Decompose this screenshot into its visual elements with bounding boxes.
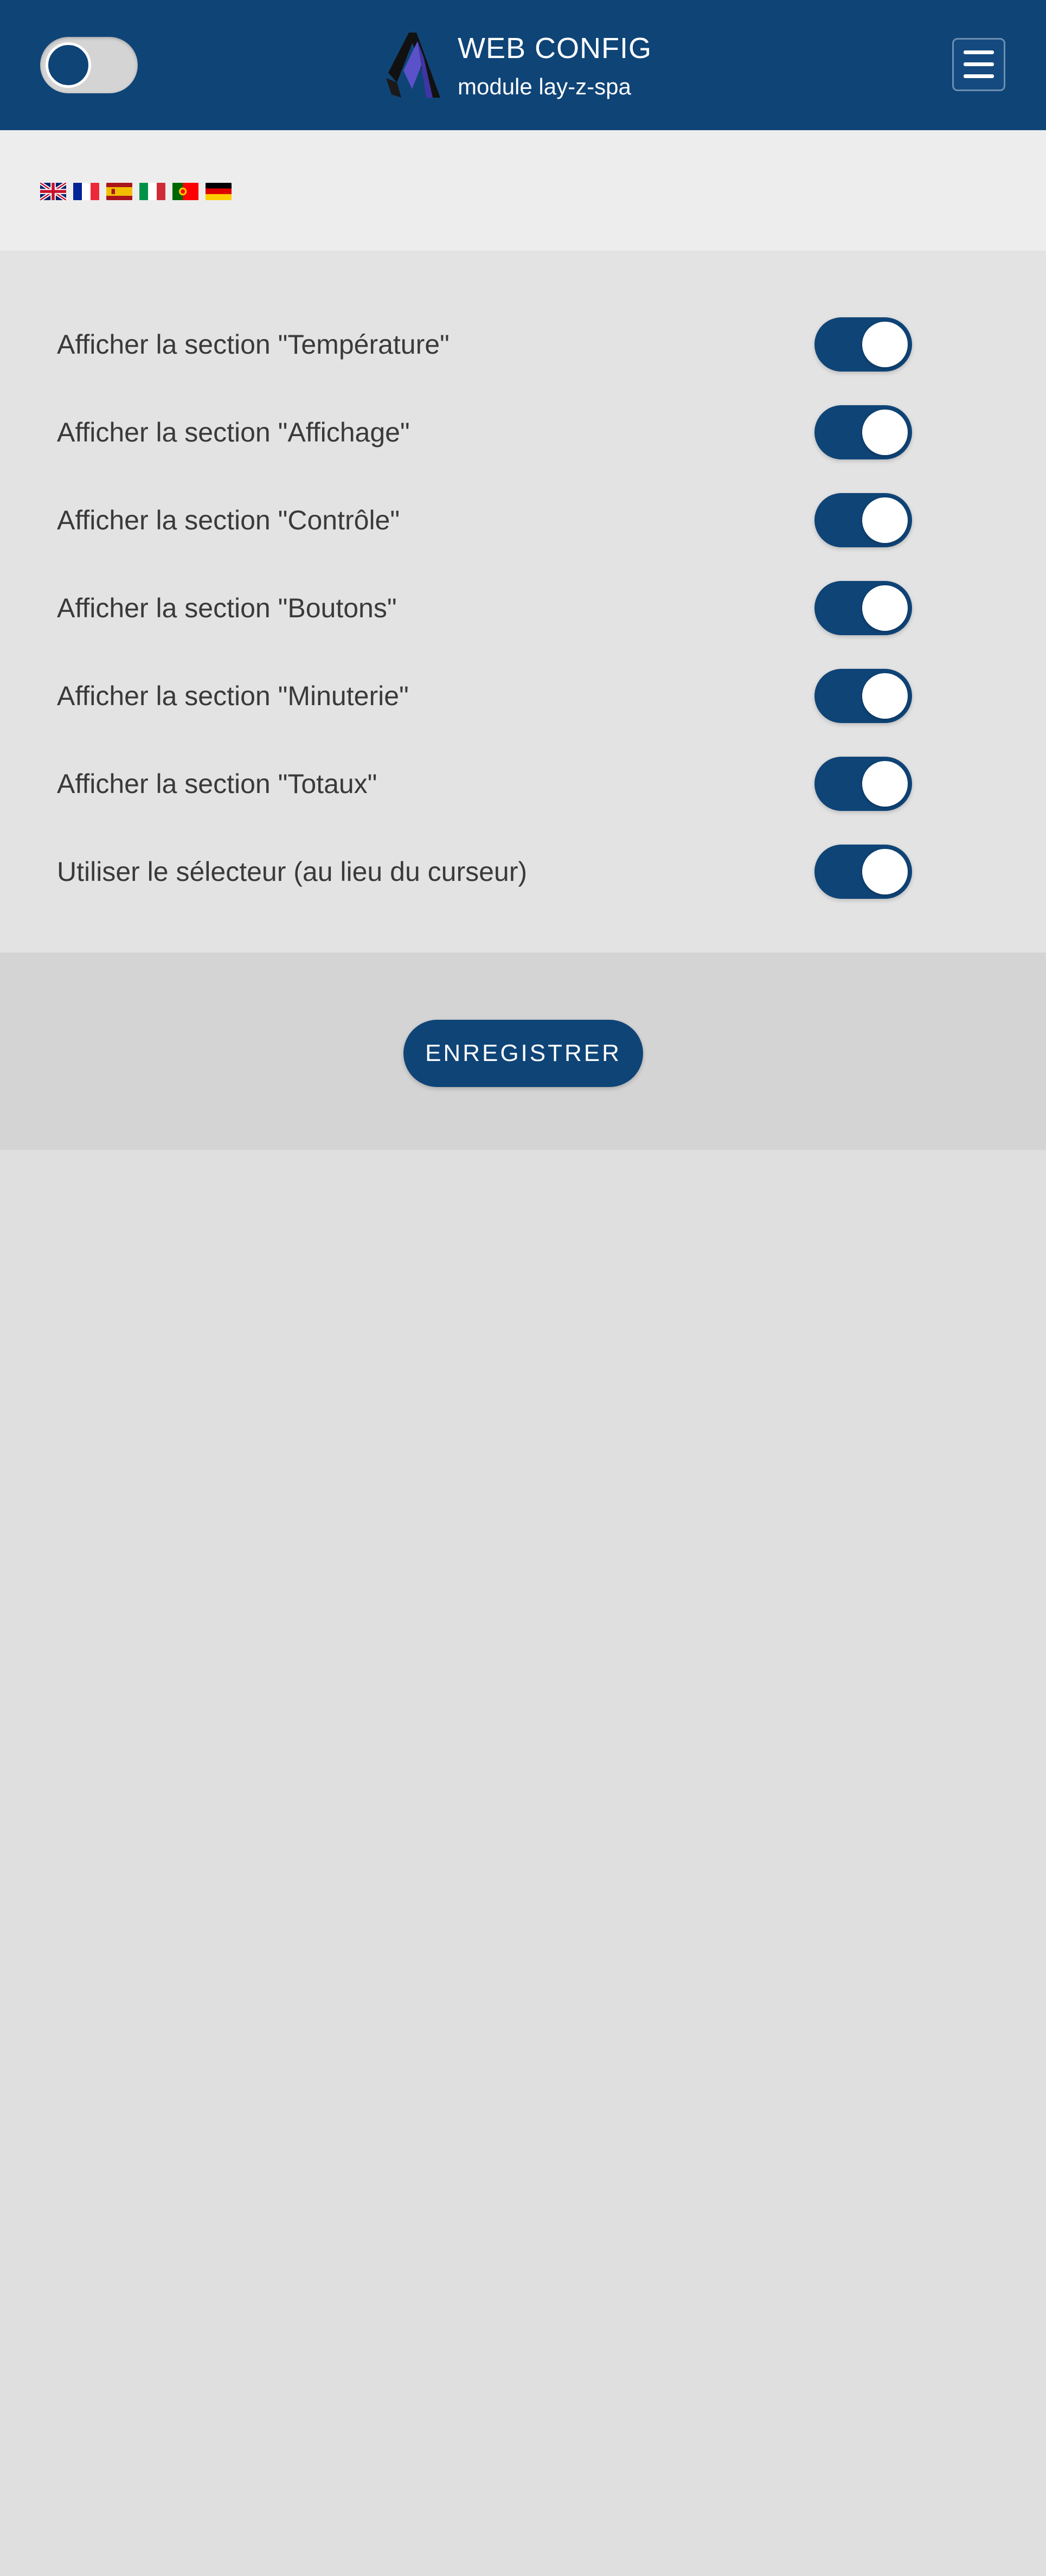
setting-label: Afficher la section "Affichage" [57,417,410,448]
setting-row-controle: Afficher la section "Contrôle" [0,476,1046,564]
page-background [0,1150,1046,2576]
save-button[interactable]: ENREGISTRER [403,1020,643,1087]
toggle-thumb [862,585,908,631]
language-selector [40,182,232,201]
toggle-thumb [862,673,908,719]
setting-label: Utiliser le sélecteur (au lieu du curseu… [57,856,528,887]
toggle-thumb [862,322,908,367]
app-title: WEB CONFIG [458,32,652,65]
toggle-selector[interactable] [814,845,912,899]
save-bar: ENREGISTRER [0,953,1046,1150]
setting-row-temperature: Afficher la section "Température" [0,301,1046,388]
toggle-thumb [862,410,908,455]
setting-label: Afficher la section "Minuterie" [57,681,409,711]
flag-italy-icon[interactable] [139,182,165,201]
setting-label: Afficher la section "Totaux" [57,769,377,799]
flag-uk-icon[interactable] [40,182,66,201]
toggle-temperature[interactable] [814,317,912,372]
top-header: WEB CONFIG module lay-z-spa [0,0,1046,130]
toggle-boutons[interactable] [814,581,912,635]
toggle-minuterie[interactable] [814,669,912,723]
flag-spain-icon[interactable] [106,182,132,201]
toggle-thumb [862,849,908,894]
language-bar [0,130,1046,251]
theme-toggle[interactable] [40,37,138,93]
setting-row-affichage: Afficher la section "Affichage" [0,388,1046,476]
toggle-affichage[interactable] [814,405,912,459]
setting-row-boutons: Afficher la section "Boutons" [0,564,1046,652]
app-subtitle: module lay-z-spa [458,74,631,99]
setting-row-minuterie: Afficher la section "Minuterie" [0,652,1046,740]
menu-button[interactable] [952,38,1005,91]
flag-portugal-icon[interactable] [172,182,198,201]
setting-label: Afficher la section "Boutons" [57,593,397,623]
toggle-switch-icon [46,42,91,88]
flag-france-icon[interactable] [73,182,99,201]
setting-row-totaux: Afficher la section "Totaux" [0,740,1046,828]
toggle-controle[interactable] [814,493,912,547]
setting-row-selector: Utiliser le sélecteur (au lieu du curseu… [0,828,1046,916]
hamburger-menu-icon [964,50,994,54]
settings-panel: Afficher la section "Température" Affich… [0,251,1046,953]
toggle-thumb [862,497,908,543]
flag-germany-icon[interactable] [206,182,232,201]
setting-label: Afficher la section "Température" [57,329,450,360]
toggle-thumb [862,761,908,807]
brand-logo-icon [386,33,440,98]
setting-label: Afficher la section "Contrôle" [57,505,400,535]
toggle-totaux[interactable] [814,757,912,811]
